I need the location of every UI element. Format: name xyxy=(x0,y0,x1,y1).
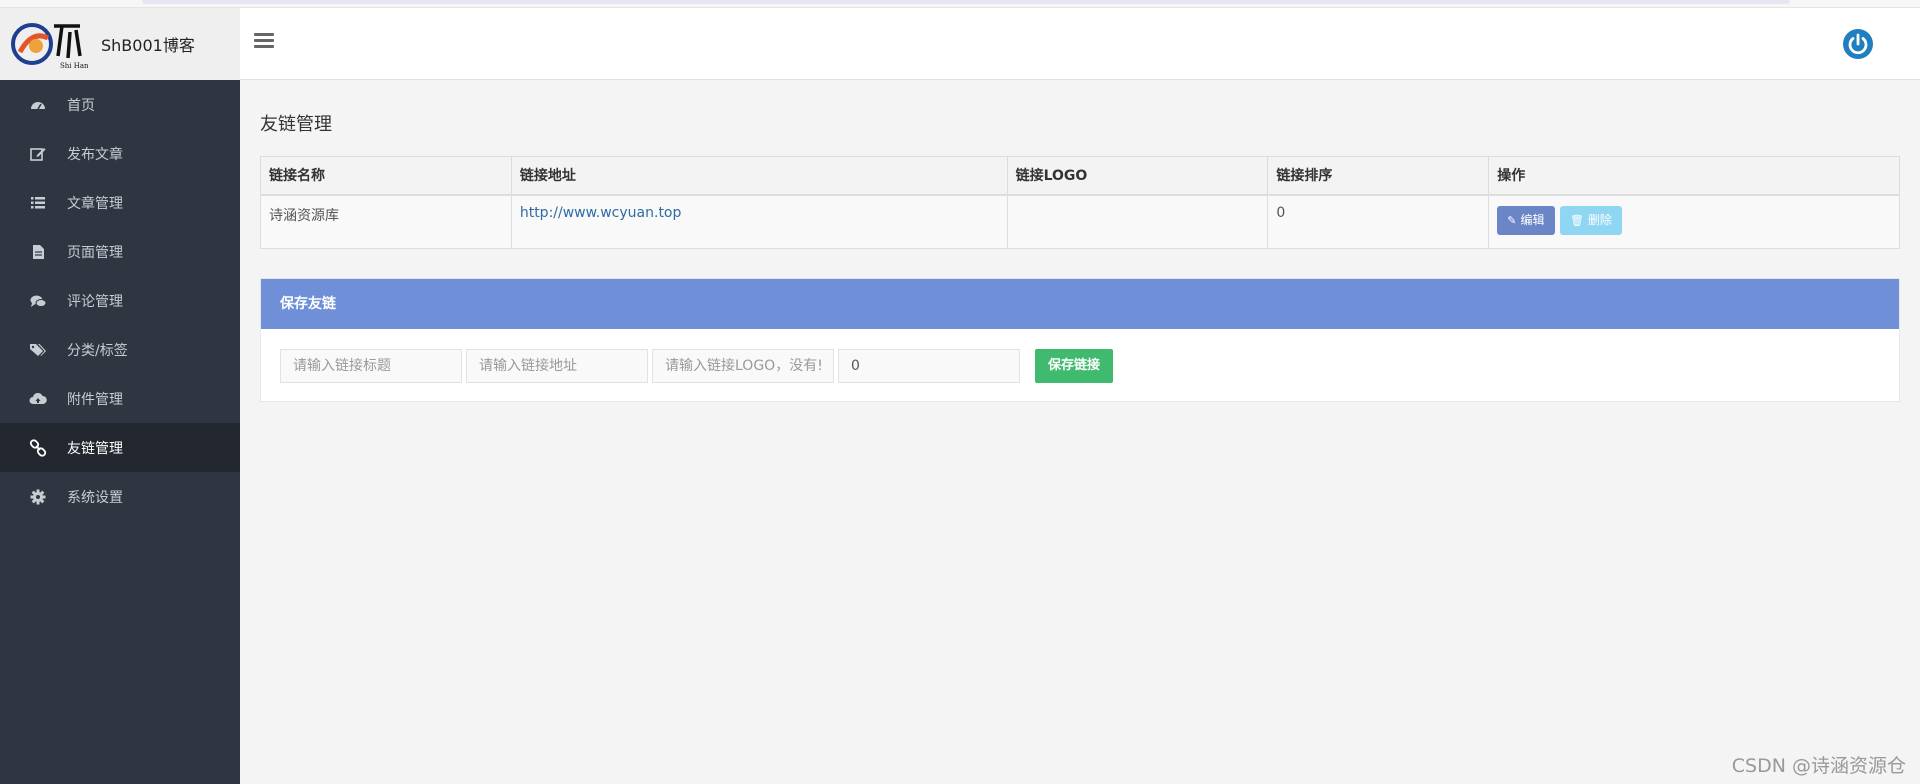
link-url[interactable]: http://www.wcyuan.top xyxy=(520,205,682,221)
sidebar-item-categories-tags[interactable]: 分类/标签 xyxy=(0,325,240,374)
sidebar-item-label: 系统设置 xyxy=(67,489,123,506)
link-sort-cell: 0 xyxy=(1267,194,1490,249)
link-name-cell: 诗涵资源库 xyxy=(260,194,512,249)
browser-top-strip xyxy=(0,0,1920,8)
top-header xyxy=(240,8,1920,80)
link-logo-cell xyxy=(1006,194,1269,249)
gear-icon xyxy=(28,487,48,507)
sidebar: 首页 发布文章 文章管理 页面管理 评论管理 分类/标签 附件管理 友链管理 系… xyxy=(0,80,240,784)
table-row: 诗涵资源库 http://www.wcyuan.top 0 ✎ 编辑 🗑 删除 xyxy=(260,194,1900,249)
link-title-input[interactable] xyxy=(280,349,462,383)
trash-icon: 🗑 xyxy=(1569,213,1584,227)
panel-header: 保存友链 xyxy=(261,279,1899,329)
menu-toggle-icon[interactable] xyxy=(254,33,274,49)
comments-icon xyxy=(28,291,48,311)
edit-icon xyxy=(28,144,48,164)
sidebar-item-label: 友链管理 xyxy=(67,440,123,457)
sidebar-item-label: 评论管理 xyxy=(67,293,123,310)
link-sort-input[interactable] xyxy=(838,349,1020,383)
main-content: 友链管理 链接名称 链接地址 链接LOGO 链接排序 操作 诗涵资源库 http… xyxy=(240,80,1920,784)
save-link-button[interactable]: 保存链接 xyxy=(1035,349,1114,383)
table-header-row: 链接名称 链接地址 链接LOGO 链接排序 操作 xyxy=(260,156,1900,196)
column-header-name: 链接名称 xyxy=(260,156,512,196)
save-link-panel: 保存友链 保存链接 xyxy=(260,278,1900,402)
link-logo-input[interactable] xyxy=(652,349,834,383)
site-logo: Shi Han xyxy=(10,16,89,72)
sidebar-item-label: 首页 xyxy=(67,97,95,114)
page-title: 友链管理 xyxy=(260,114,332,135)
tags-icon xyxy=(28,340,48,360)
column-header-sort: 链接排序 xyxy=(1267,156,1490,196)
sidebar-item-home[interactable]: 首页 xyxy=(0,80,240,129)
cloud-upload-icon xyxy=(28,389,48,409)
sidebar-item-label: 发布文章 xyxy=(67,146,123,163)
sidebar-item-label: 文章管理 xyxy=(67,195,123,212)
sidebar-item-label: 附件管理 xyxy=(67,391,123,408)
edit-icon: ✎ xyxy=(1507,213,1517,227)
link-icon xyxy=(28,438,48,458)
sidebar-item-links[interactable]: 友链管理 xyxy=(0,423,240,472)
column-header-actions: 操作 xyxy=(1488,156,1900,196)
column-header-logo: 链接LOGO xyxy=(1006,156,1269,196)
link-url-input[interactable] xyxy=(466,349,648,383)
sidebar-item-publish[interactable]: 发布文章 xyxy=(0,129,240,178)
sidebar-item-comments[interactable]: 评论管理 xyxy=(0,276,240,325)
browser-tab-bar xyxy=(142,0,1790,4)
power-logout-icon[interactable] xyxy=(1842,28,1874,60)
svg-text:Shi Han: Shi Han xyxy=(60,62,88,70)
sidebar-item-label: 页面管理 xyxy=(67,244,123,261)
list-icon xyxy=(28,193,48,213)
brand[interactable]: Shi Han ShB001博客 xyxy=(0,8,240,80)
link-url-cell: http://www.wcyuan.top xyxy=(510,194,1008,249)
column-header-url: 链接地址 xyxy=(510,156,1008,196)
link-actions-cell: ✎ 编辑 🗑 删除 xyxy=(1488,194,1900,249)
dashboard-icon xyxy=(28,95,48,115)
delete-button[interactable]: 🗑 删除 xyxy=(1559,205,1622,235)
sidebar-item-pages[interactable]: 页面管理 xyxy=(0,227,240,276)
sidebar-item-settings[interactable]: 系统设置 xyxy=(0,472,240,521)
watermark: CSDN @诗涵资源仓 xyxy=(1731,755,1906,777)
sidebar-item-articles[interactable]: 文章管理 xyxy=(0,178,240,227)
sidebar-item-attachments[interactable]: 附件管理 xyxy=(0,374,240,423)
link-form: 保存链接 xyxy=(280,349,1114,383)
edit-button[interactable]: ✎ 编辑 xyxy=(1497,205,1555,235)
file-icon xyxy=(28,242,48,262)
links-table: 链接名称 链接地址 链接LOGO 链接排序 操作 诗涵资源库 http://ww… xyxy=(260,156,1900,249)
sidebar-item-label: 分类/标签 xyxy=(67,342,128,359)
brand-title: ShB001博客 xyxy=(101,36,195,55)
